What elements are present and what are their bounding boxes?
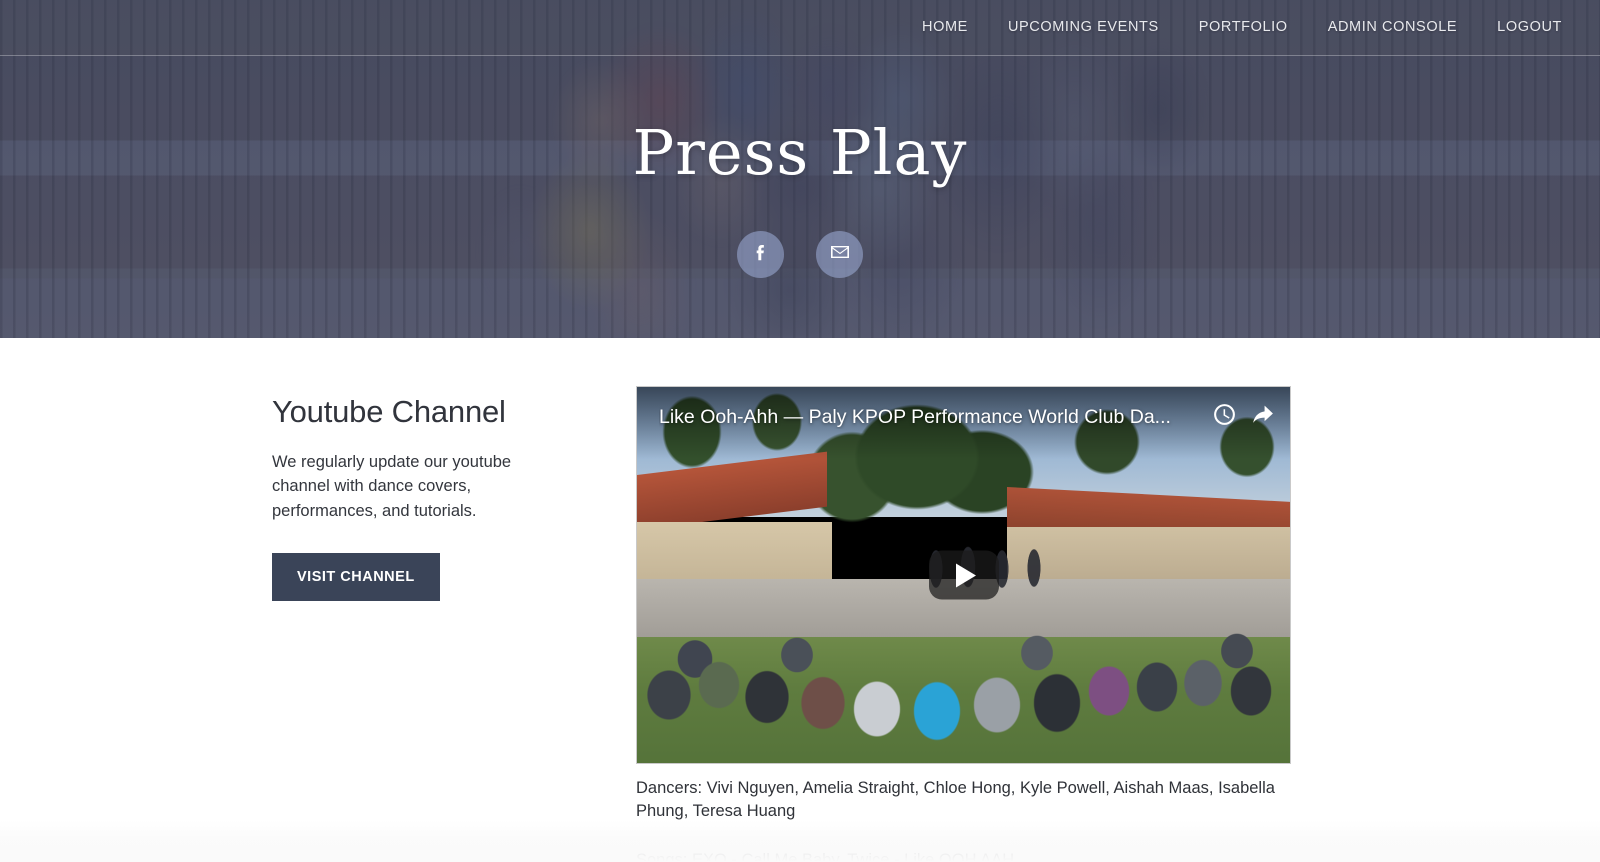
hero-banner: HOME UPCOMING EVENTS PORTFOLIO ADMIN CON… — [0, 0, 1600, 338]
play-icon — [956, 563, 976, 587]
watch-later-button[interactable] — [1210, 403, 1238, 431]
facebook-link[interactable] — [737, 231, 784, 278]
video-still-audience — [637, 625, 1290, 763]
nav-item-portfolio[interactable]: PORTFOLIO — [1179, 0, 1308, 55]
visit-channel-button[interactable]: VISIT CHANNEL — [272, 553, 440, 602]
video-caption-songs: Songs: EXO - Call Me Baby, Twice - Like … — [636, 850, 1015, 862]
video-title[interactable]: Like Ooh-Ahh — Paly KPOP Performance Wor… — [659, 406, 1200, 429]
nav-divider — [0, 55, 1600, 56]
video-caption-dancers: Dancers: Vivi Nguyen, Amelia Straight, C… — [636, 779, 1275, 821]
youtube-video-player[interactable]: Like Ooh-Ahh — Paly KPOP Performance Wor… — [636, 386, 1291, 764]
content-row: Youtube Channel We regularly update our … — [0, 386, 1600, 862]
page-title: Press Play — [632, 116, 968, 189]
email-icon — [828, 240, 852, 269]
clock-icon — [1212, 402, 1237, 432]
youtube-channel-column: Youtube Channel We regularly update our … — [272, 386, 562, 602]
video-column: Like Ooh-Ahh — Paly KPOP Performance Wor… — [636, 386, 1296, 862]
nav-item-admin-console[interactable]: ADMIN CONSOLE — [1308, 0, 1477, 55]
main-content: Youtube Channel We regularly update our … — [0, 338, 1600, 862]
video-title-bar: Like Ooh-Ahh — Paly KPOP Performance Wor… — [637, 387, 1290, 431]
social-links — [0, 231, 1600, 278]
share-icon — [1250, 402, 1275, 432]
facebook-icon — [750, 241, 772, 268]
section-description: We regularly update our youtube channel … — [272, 453, 512, 520]
play-button[interactable] — [928, 550, 999, 600]
nav-item-logout[interactable]: LOGOUT — [1477, 0, 1582, 55]
section-heading: Youtube Channel — [272, 394, 506, 429]
email-link[interactable] — [816, 231, 863, 278]
nav-item-upcoming-events[interactable]: UPCOMING EVENTS — [988, 0, 1179, 55]
share-button[interactable] — [1248, 403, 1276, 431]
nav-item-home[interactable]: HOME — [902, 0, 988, 55]
main-navigation: HOME UPCOMING EVENTS PORTFOLIO ADMIN CON… — [902, 0, 1600, 55]
